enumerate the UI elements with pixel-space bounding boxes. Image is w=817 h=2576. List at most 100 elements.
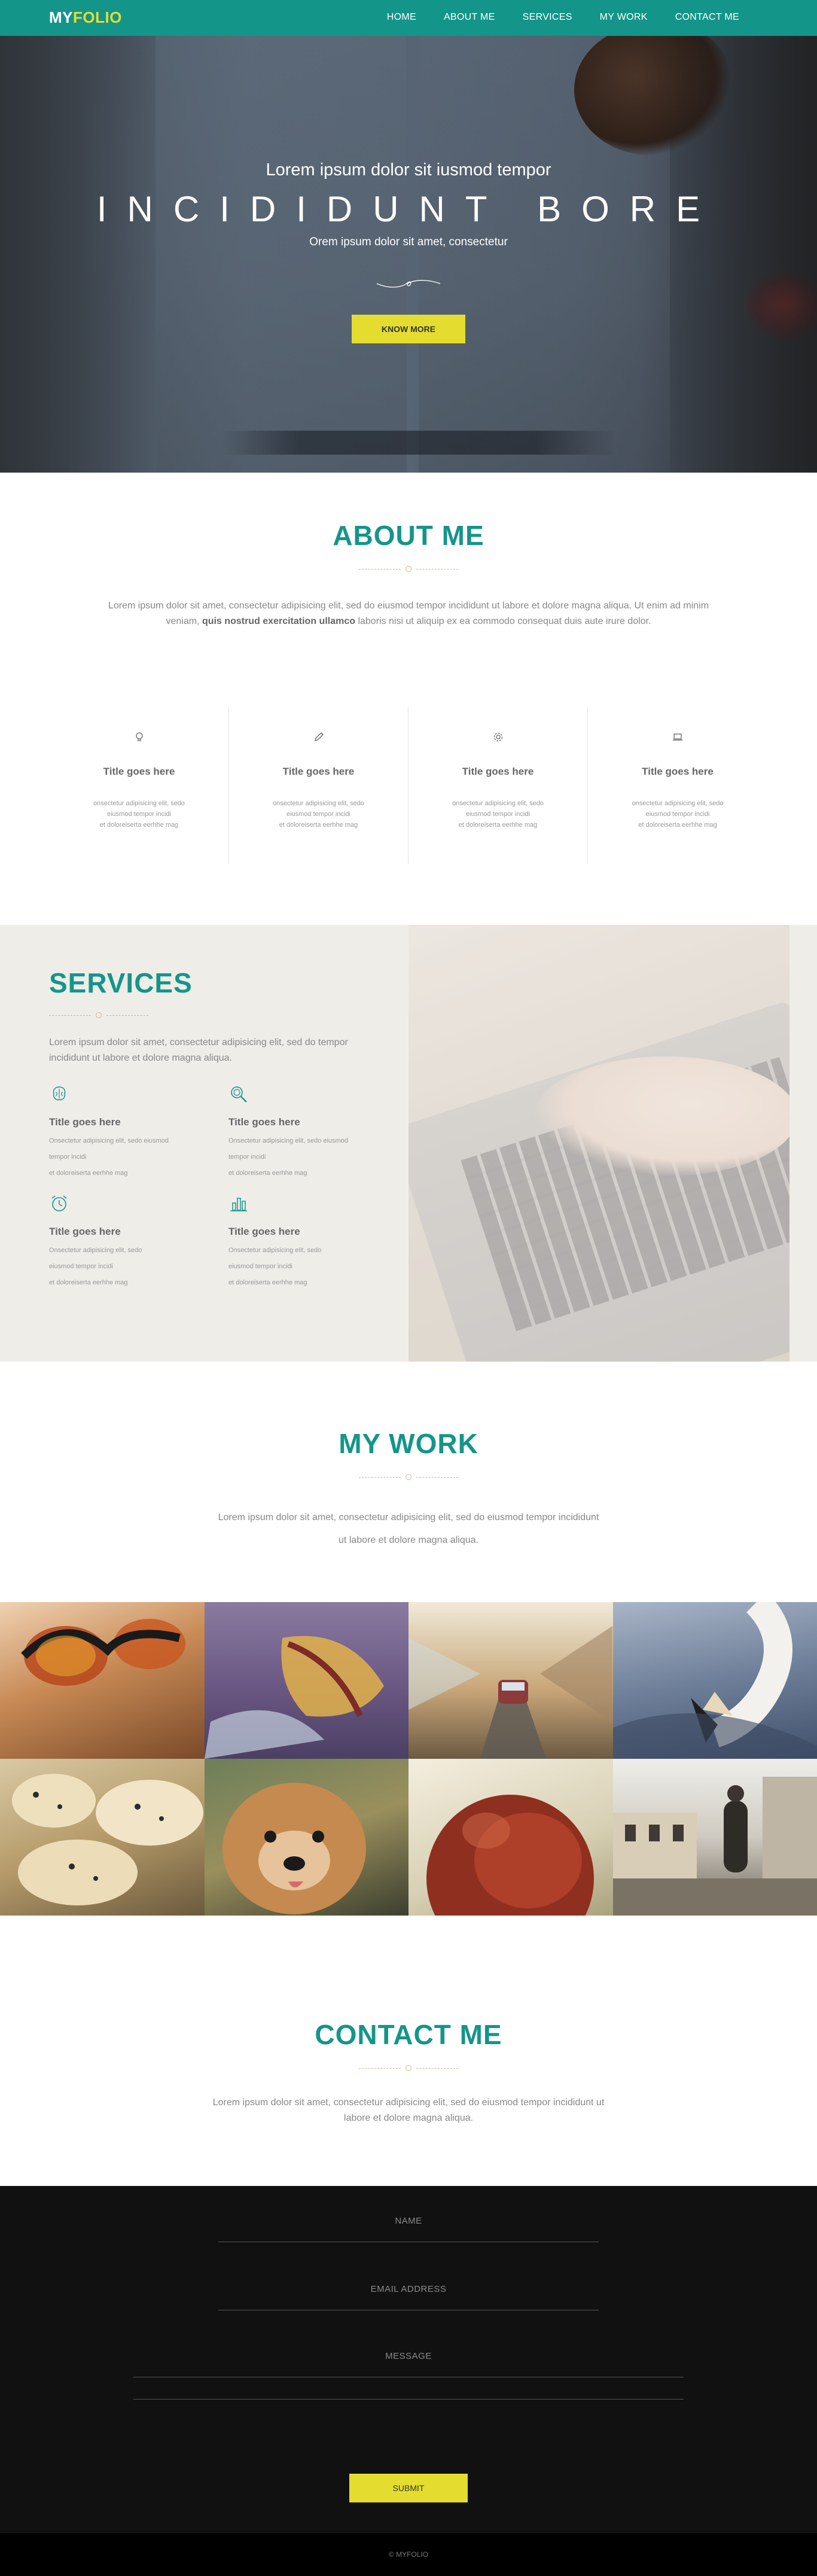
portfolio-tile-car[interactable] — [408, 1602, 613, 1759]
cookies-image — [0, 1759, 204, 1916]
about-text-bold: quis nostrud exercitation ullamco — [202, 616, 355, 626]
divider-line-left — [49, 1015, 91, 1016]
divider-line-left — [359, 569, 401, 570]
feature-desc-line: et doloreiserta eerhhe mag — [229, 820, 408, 830]
laptop-icon — [672, 731, 684, 743]
portfolio-tile-dog[interactable] — [205, 1759, 409, 1916]
submit-button[interactable]: SUBMIT — [349, 2474, 468, 2502]
footer: © MYFOLIO — [0, 2533, 817, 2576]
service-desc-line: Onsectetur adipisicing elit, sedo eiusmo… — [228, 1133, 378, 1149]
feature-desc-line: onsectetur adipisicing elit, sedo — [229, 798, 408, 809]
know-more-button[interactable]: KNOW MORE — [352, 315, 465, 343]
service-desc-line: et doloreiserta eerhhe mag — [49, 1275, 228, 1291]
service-desc-line: eiusmod tempor incidi — [49, 1259, 228, 1275]
feature-title: Title goes here — [408, 766, 587, 778]
divider-line-right — [416, 1477, 458, 1478]
car-on-road-image — [408, 1602, 612, 1759]
service-item: Title goes here Onsectetur adipisicing e… — [228, 1084, 378, 1182]
service-desc: Onsectetur adipisicing elit, sedo eiusmo… — [49, 1243, 228, 1291]
magnifier-icon — [228, 1084, 249, 1104]
feature-desc-line: eiusmod tempor incidi — [50, 809, 228, 820]
service-item: Title goes here Onsectetur adipisicing e… — [228, 1193, 378, 1291]
contact-lead: Lorem ipsum dolor sit amet, consectetur … — [199, 2095, 618, 2126]
hero-tagline: Orem ipsum dolor sit amet, consectetur — [0, 236, 817, 249]
services-lead: Lorem ipsum dolor sit amet, consectetur … — [49, 1035, 384, 1066]
name-field[interactable]: NAME — [218, 2216, 599, 2242]
feather-image — [205, 1602, 408, 1759]
service-desc: Onsectetur adipisicing elit, sedo eiusmo… — [228, 1243, 378, 1291]
feature-desc-line: onsectetur adipisicing elit, sedo — [50, 798, 228, 809]
portfolio-tile-sunglasses[interactable] — [0, 1602, 205, 1759]
divider-dot — [406, 2065, 411, 2071]
feature-desc-line: eiusmod tempor incidi — [588, 809, 767, 820]
service-desc-line: et doloreiserta eerhhe mag — [228, 1165, 378, 1182]
lightbulb-icon — [133, 731, 145, 743]
footer-copyright: © MYFOLIO — [389, 2550, 428, 2559]
nav-link-about[interactable]: ABOUT ME — [444, 12, 495, 23]
feature-desc-line: onsectetur adipisicing elit, sedo — [408, 798, 587, 809]
nav-link-home[interactable]: HOME — [387, 12, 416, 23]
hero-subtitle: Lorem ipsum dolor sit iusmod tempor — [0, 160, 817, 180]
feature-desc-line: eiusmod tempor incidi — [408, 809, 587, 820]
feature-desc: onsectetur adipisicing elit, sedo eiusmo… — [588, 798, 767, 830]
feature-desc-line: eiusmod tempor incidi — [229, 809, 408, 820]
logo-part-folio: FOLIO — [73, 8, 122, 26]
flourish-icon — [376, 278, 441, 291]
about-text-after: laboris nisi ut aliquip ex ea commodo co… — [358, 616, 651, 626]
brain-icon — [49, 1084, 69, 1104]
feature-title: Title goes here — [229, 766, 408, 778]
logo-part-my: MY — [49, 8, 73, 26]
feature-card: Title goes here onsectetur adipisicing e… — [408, 707, 588, 864]
divider-dot — [96, 1012, 102, 1018]
service-title: Title goes here — [228, 1226, 378, 1238]
top-nav: MYFOLIO HOME ABOUT ME SERVICES MY WORK C… — [0, 0, 817, 36]
nav-link-services[interactable]: SERVICES — [523, 12, 572, 23]
divider-line-right — [416, 569, 458, 570]
services-laptop-image — [408, 925, 789, 1362]
service-item: Title goes here Onsectetur adipisicing e… — [49, 1084, 228, 1182]
portfolio-tile-cookies[interactable] — [0, 1759, 205, 1916]
sunglasses-image — [0, 1602, 204, 1759]
services-grid: Title goes here Onsectetur adipisicing e… — [49, 1084, 384, 1291]
portfolio-grid — [0, 1602, 817, 1916]
hero-section: Lorem ipsum dolor sit iusmod tempor INCI… — [0, 0, 817, 473]
about-features: Title goes here onsectetur adipisicing e… — [50, 707, 767, 864]
about-title: ABOUT ME — [0, 473, 817, 552]
service-title: Title goes here — [49, 1226, 228, 1238]
work-section: MY WORK Lorem ipsum dolor sit amet, cons… — [0, 1362, 817, 1967]
nav-link-work[interactable]: MY WORK — [600, 12, 648, 23]
portfolio-tile-feather[interactable] — [205, 1602, 409, 1759]
feature-desc-line: onsectetur adipisicing elit, sedo — [588, 798, 767, 809]
service-desc-line: Onsectetur adipisicing elit, sedo eiusmo… — [49, 1133, 228, 1149]
feature-title: Title goes here — [50, 766, 228, 778]
hero-title: INCIDIDUNT BORE — [0, 188, 817, 230]
service-desc: Onsectetur adipisicing elit, sedo eiusmo… — [228, 1133, 378, 1182]
divider-line-left — [359, 1477, 401, 1478]
feature-card: Title goes here onsectetur adipisicing e… — [229, 707, 408, 864]
section-divider — [0, 566, 817, 572]
feature-desc: onsectetur adipisicing elit, sedo eiusmo… — [50, 798, 228, 830]
portfolio-tile-swan[interactable] — [613, 1602, 817, 1759]
feature-desc-line: et doloreiserta eerhhe mag — [588, 820, 767, 830]
message-field[interactable]: MESSAGE — [133, 2351, 684, 2377]
email-field[interactable]: EMAIL ADDRESS — [218, 2284, 599, 2310]
swan-image — [613, 1602, 817, 1759]
portfolio-tile-street[interactable] — [613, 1759, 817, 1916]
service-desc-line: tempor incidi — [49, 1149, 228, 1165]
feature-desc-line: et doloreiserta eerhhe mag — [408, 820, 587, 830]
dog-image — [205, 1759, 408, 1916]
services-content: SERVICES Lorem ipsum dolor sit amet, con… — [49, 925, 384, 1291]
service-desc-line: et doloreiserta eerhhe mag — [228, 1275, 378, 1291]
section-divider — [49, 1012, 384, 1018]
section-divider — [0, 2065, 817, 2071]
feature-title: Title goes here — [588, 766, 767, 778]
nav-link-contact[interactable]: CONTACT ME — [675, 12, 739, 23]
feature-desc: onsectetur adipisicing elit, sedo eiusmo… — [229, 798, 408, 830]
work-lead: Lorem ipsum dolor sit amet, consectetur … — [217, 1506, 600, 1552]
divider-line-right — [106, 1015, 148, 1016]
logo[interactable]: MYFOLIO — [49, 8, 122, 27]
service-desc-line: Onsectetur adipisicing elit, sedo — [228, 1243, 378, 1259]
portfolio-tile-red-hair[interactable] — [408, 1759, 613, 1916]
divider-line-left — [359, 2068, 401, 2069]
feature-desc: onsectetur adipisicing elit, sedo eiusmo… — [408, 798, 587, 830]
